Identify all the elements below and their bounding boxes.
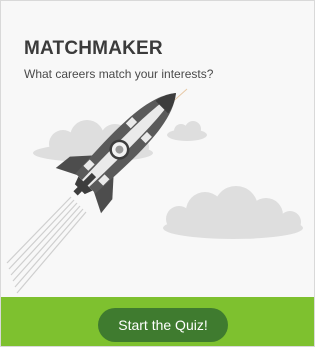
exhaust-trail xyxy=(6,196,87,294)
cloud-right-icon xyxy=(163,186,303,239)
matchmaker-card: MATCHMAKER What careers match your inter… xyxy=(0,0,315,347)
card-title: MATCHMAKER xyxy=(24,38,163,59)
start-quiz-button[interactable]: Start the Quiz! xyxy=(98,308,228,342)
cloud-small-icon xyxy=(167,121,207,141)
card-subtitle: What careers match your interests? xyxy=(24,67,214,81)
rocket-illustration xyxy=(6,88,303,294)
